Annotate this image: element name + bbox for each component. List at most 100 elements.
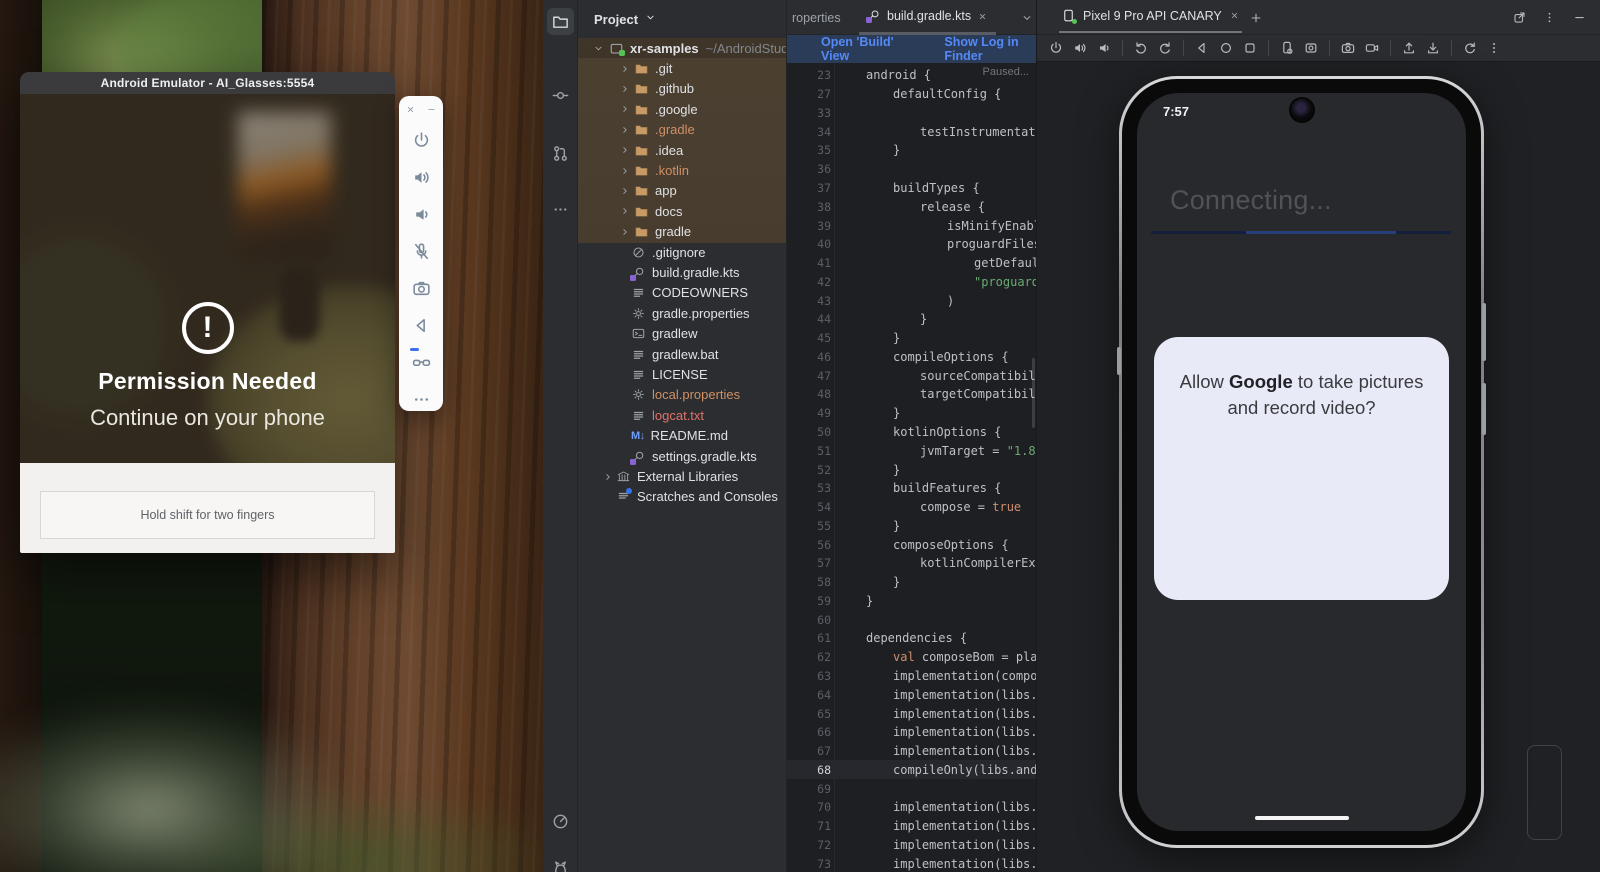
tree-item[interactable]: M↓ README.md <box>578 426 786 446</box>
editor-scrollbar[interactable] <box>1032 358 1035 428</box>
tool-strip-profiler-icon[interactable] <box>547 808 574 835</box>
tree-item[interactable]: CODEOWNERS <box>578 283 786 303</box>
tree-item[interactable]: gradle.properties <box>578 303 786 323</box>
gesture-pill[interactable] <box>1255 816 1349 821</box>
tree-item[interactable]: build.gradle.kts <box>578 262 786 282</box>
tool-strip-pull-requests-icon[interactable] <box>547 140 574 167</box>
tab-overflow-chevron-icon[interactable] <box>1020 0 1034 35</box>
tree-item-label: CODEOWNERS <box>652 285 748 300</box>
add-device-tab-button[interactable] <box>1249 0 1263 35</box>
zoom-controls <box>1527 745 1562 840</box>
more-vertical-icon[interactable] <box>1485 39 1503 57</box>
line-number: 50 <box>787 425 831 439</box>
tree-item[interactable]: External Libraries <box>578 466 786 486</box>
android-studio: Project xr-samples ~/AndroidStudioProje … <box>543 0 1600 872</box>
tab-gradle-properties[interactable]: roperties <box>787 0 841 35</box>
smart-glasses-icon[interactable] <box>409 350 433 374</box>
tree-item[interactable]: .gitignore <box>578 242 786 262</box>
line-number: 56 <box>787 538 831 552</box>
tree-item[interactable]: LICENSE <box>578 364 786 384</box>
screenshot-icon[interactable] <box>1339 39 1357 57</box>
code-line-46: 46 compileOptions { <box>787 348 1037 367</box>
code-line-65: 65 implementation(libs.andr <box>787 704 1037 723</box>
progress-bar <box>1151 231 1451 234</box>
tree-item[interactable]: .gradle <box>578 120 786 140</box>
download-icon[interactable] <box>1424 39 1442 57</box>
open-in-new-icon[interactable] <box>1512 10 1527 25</box>
code-line-41: 41 getDefaultPr <box>787 254 1037 273</box>
mic-off-icon[interactable] <box>409 239 433 263</box>
show-log-in-finder-link[interactable]: Show Log in Finder <box>944 35 1037 63</box>
minimize-icon[interactable] <box>426 104 437 115</box>
volume-down-icon[interactable] <box>1095 39 1113 57</box>
phone-screen[interactable]: 7:57 Connecting... Allow Google to take … <box>1137 93 1466 831</box>
back-icon[interactable] <box>409 313 433 337</box>
screen-record-icon[interactable] <box>1363 39 1381 57</box>
tree-item[interactable]: .google <box>578 99 786 119</box>
tree-item[interactable]: docs <box>578 201 786 221</box>
tree-item-label: .gradle <box>655 122 695 137</box>
line-number: 43 <box>787 294 831 308</box>
tree-item[interactable]: .git <box>578 58 786 78</box>
tree-item-label: Scratches and Consoles <box>637 489 778 504</box>
restart-icon[interactable] <box>1461 39 1479 57</box>
tree-item[interactable]: .github <box>578 79 786 99</box>
code-line-72: 72 implementation(libs.andr <box>787 836 1037 855</box>
tree-item[interactable]: .kotlin <box>578 160 786 180</box>
project-panel-header[interactable]: Project <box>594 8 657 30</box>
code-line-71: 71 implementation(libs.andr <box>787 817 1037 836</box>
back-icon[interactable] <box>1193 39 1211 57</box>
tree-item[interactable]: app <box>578 181 786 201</box>
tool-strip-project-folder-icon[interactable] <box>547 8 574 35</box>
rotate-left-icon[interactable] <box>1132 39 1150 57</box>
tree-item[interactable]: gradle <box>578 222 786 242</box>
minimize-icon[interactable] <box>1572 10 1587 25</box>
snapshot-icon[interactable] <box>1302 39 1320 57</box>
home-icon[interactable] <box>1217 39 1235 57</box>
tree-root-xr-samples[interactable]: xr-samples ~/AndroidStudioProje <box>578 38 786 58</box>
tree-item[interactable]: logcat.txt <box>578 405 786 425</box>
text-icon <box>631 408 646 423</box>
camera-icon[interactable] <box>409 276 433 300</box>
overview-icon[interactable] <box>1241 39 1259 57</box>
device-tab-pixel-9-pro[interactable]: Pixel 9 Pro API CANARY <box>1059 0 1242 33</box>
line-number: 64 <box>787 688 831 702</box>
code-line-63: 63 implementation(composeBo <box>787 667 1037 686</box>
line-number: 52 <box>787 463 831 477</box>
line-number: 67 <box>787 744 831 758</box>
close-icon[interactable] <box>977 11 988 22</box>
upload-icon[interactable] <box>1400 39 1418 57</box>
folder-icon <box>634 61 649 76</box>
more-vertical-icon[interactable] <box>1542 10 1557 25</box>
tool-strip-commit-icon[interactable] <box>547 82 574 109</box>
power-icon[interactable] <box>409 128 433 152</box>
desktop-wallpaper: Android Emulator - AI_Glasses:5554 ! Per… <box>0 0 543 872</box>
more-horizontal-icon[interactable] <box>409 387 433 411</box>
open-build-view-link[interactable]: Open 'Build' View <box>821 35 904 63</box>
tree-item[interactable]: settings.gradle.kts <box>578 446 786 466</box>
code-editor[interactable]: 23 android { 27 defaultConfig { 33 34 te… <box>787 63 1037 872</box>
tab-build-gradle-kts[interactable]: build.gradle.kts <box>859 0 996 35</box>
alert-title: Permission Needed <box>98 368 317 395</box>
tree-item[interactable]: gradlew <box>578 324 786 344</box>
line-number: 70 <box>787 800 831 814</box>
close-icon[interactable] <box>405 104 416 115</box>
tree-item[interactable]: local.properties <box>578 385 786 405</box>
close-icon[interactable] <box>1229 10 1240 21</box>
rotate-right-icon[interactable] <box>1156 39 1174 57</box>
tool-strip-logcat-icon[interactable] <box>547 852 574 872</box>
tool-strip-more-horizontal-icon[interactable] <box>547 196 574 223</box>
tree-item[interactable]: gradlew.bat <box>578 344 786 364</box>
tree-item[interactable]: Scratches and Consoles <box>578 487 786 507</box>
tree-item[interactable]: .idea <box>578 140 786 160</box>
volume-up-icon[interactable] <box>409 165 433 189</box>
permission-app-name: Google <box>1229 371 1293 392</box>
line-number: 37 <box>787 181 831 195</box>
device-settings-icon[interactable] <box>1278 39 1296 57</box>
emulator-window-title[interactable]: Android Emulator - AI_Glasses:5554 <box>20 72 395 94</box>
power-icon[interactable] <box>1047 39 1065 57</box>
volume-down-icon[interactable] <box>409 202 433 226</box>
tree-item-label: gradle <box>655 224 691 239</box>
emulator-screen[interactable]: ! Permission Needed Continue on your pho… <box>20 94 395 463</box>
volume-up-icon[interactable] <box>1071 39 1089 57</box>
